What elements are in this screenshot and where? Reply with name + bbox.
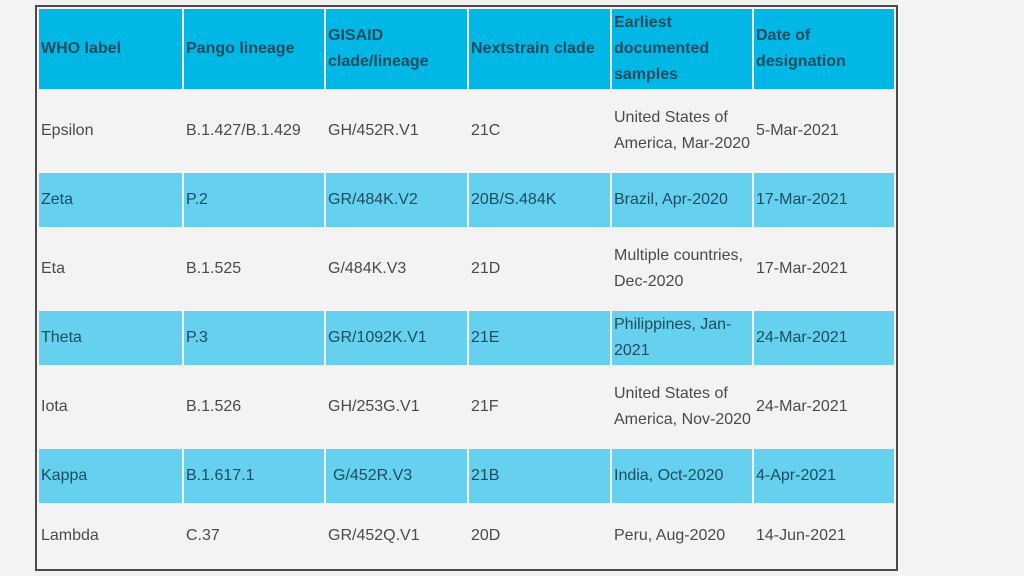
cell-earliest-samples: India, Oct-2020 [612,449,752,503]
header-gisaid-clade: GISAID clade/lineage [326,9,467,89]
cell-date-of-designation: 14-Jun-2021 [756,527,846,544]
cell-pango-lineage: P.2 [184,173,324,227]
cell-who-label: Epsilon [41,122,94,139]
table-row: Theta P.3 GR/1092K.V1 21E Philippines, J… [39,311,894,365]
cell-pango-lineage: B.1.427/B.1.429 [186,122,301,139]
cell-date-of-designation: 5-Mar-2021 [756,122,839,139]
cell-who-label: Zeta [39,173,182,227]
cell-nextstrain-clade: 21E [469,311,610,365]
cell-gisaid-clade: G/484K.V3 [328,260,407,277]
cell-earliest-samples: Peru, Aug-2020 [614,527,726,544]
header-nextstrain-clade: Nextstrain clade [469,9,610,89]
table-row: Zeta P.2 GR/484K.V2 20B/S.484K Brazil, A… [39,173,894,227]
cell-who-label: Theta [39,311,182,365]
cell-pango-lineage: B.1.617.1 [184,449,324,503]
cell-gisaid-clade: G/452R.V3 [326,449,467,503]
variants-table: WHO label Pango lineage GISAID clade/lin… [37,7,896,569]
cell-earliest-samples: Brazil, Apr-2020 [612,173,752,227]
cell-who-label: Eta [41,260,66,277]
table-row: Kappa B.1.617.1 G/452R.V3 21B India, Oct… [39,449,894,503]
table-row: Lambda C.37 GR/452Q.V1 20D Peru, Aug-202… [39,505,894,567]
header-who-label: WHO label [39,9,182,89]
cell-earliest-samples: Philippines, Jan-2021 [612,311,752,365]
cell-gisaid-clade: GH/452R.V1 [328,122,419,139]
cell-nextstrain-clade: 21D [471,260,501,277]
header-pango-lineage: Pango lineage [184,9,324,89]
cell-who-label: Kappa [39,449,182,503]
header-date-of-designation: Date of designation [754,9,894,89]
cell-gisaid-clade: GR/484K.V2 [326,173,467,227]
cell-pango-lineage: P.3 [184,311,324,365]
cell-nextstrain-clade: 21B [469,449,610,503]
cell-date-of-designation: 17-Mar-2021 [756,260,848,277]
cell-date-of-designation: 17-Mar-2021 [754,173,894,227]
cell-earliest-samples: Multiple countries, Dec-2020 [614,247,743,290]
cell-pango-lineage: B.1.526 [186,398,242,415]
header-row: WHO label Pango lineage GISAID clade/lin… [39,9,894,89]
table-row: Iota B.1.526 GH/253G.V1 21F United State… [39,367,894,447]
cell-gisaid-clade: GH/253G.V1 [328,398,420,415]
cell-who-label: Lambda [41,527,99,544]
cell-nextstrain-clade: 21F [471,398,499,415]
cell-pango-lineage: B.1.525 [186,260,242,277]
cell-nextstrain-clade: 21C [471,122,501,139]
cell-date-of-designation: 24-Mar-2021 [756,398,848,415]
cell-date-of-designation: 4-Apr-2021 [754,449,894,503]
cell-earliest-samples: United States of America, Mar-2020 [614,109,751,152]
header-earliest-samples: Earliest documented samples [612,9,752,89]
cell-who-label: Iota [41,398,68,415]
table-row: Eta B.1.525 G/484K.V3 21D Multiple count… [39,229,894,309]
table-row: Epsilon B.1.427/B.1.429 GH/452R.V1 21C U… [39,91,894,171]
cell-pango-lineage: C.37 [186,527,220,544]
cell-gisaid-clade: GR/1092K.V1 [326,311,467,365]
variants-table-frame: WHO label Pango lineage GISAID clade/lin… [35,5,898,571]
cell-earliest-samples: United States of America, Nov-2020 [614,385,751,428]
cell-nextstrain-clade: 20B/S.484K [469,173,610,227]
cell-nextstrain-clade: 20D [471,527,501,544]
cell-gisaid-clade: GR/452Q.V1 [328,527,420,544]
cell-date-of-designation: 24-Mar-2021 [754,311,894,365]
